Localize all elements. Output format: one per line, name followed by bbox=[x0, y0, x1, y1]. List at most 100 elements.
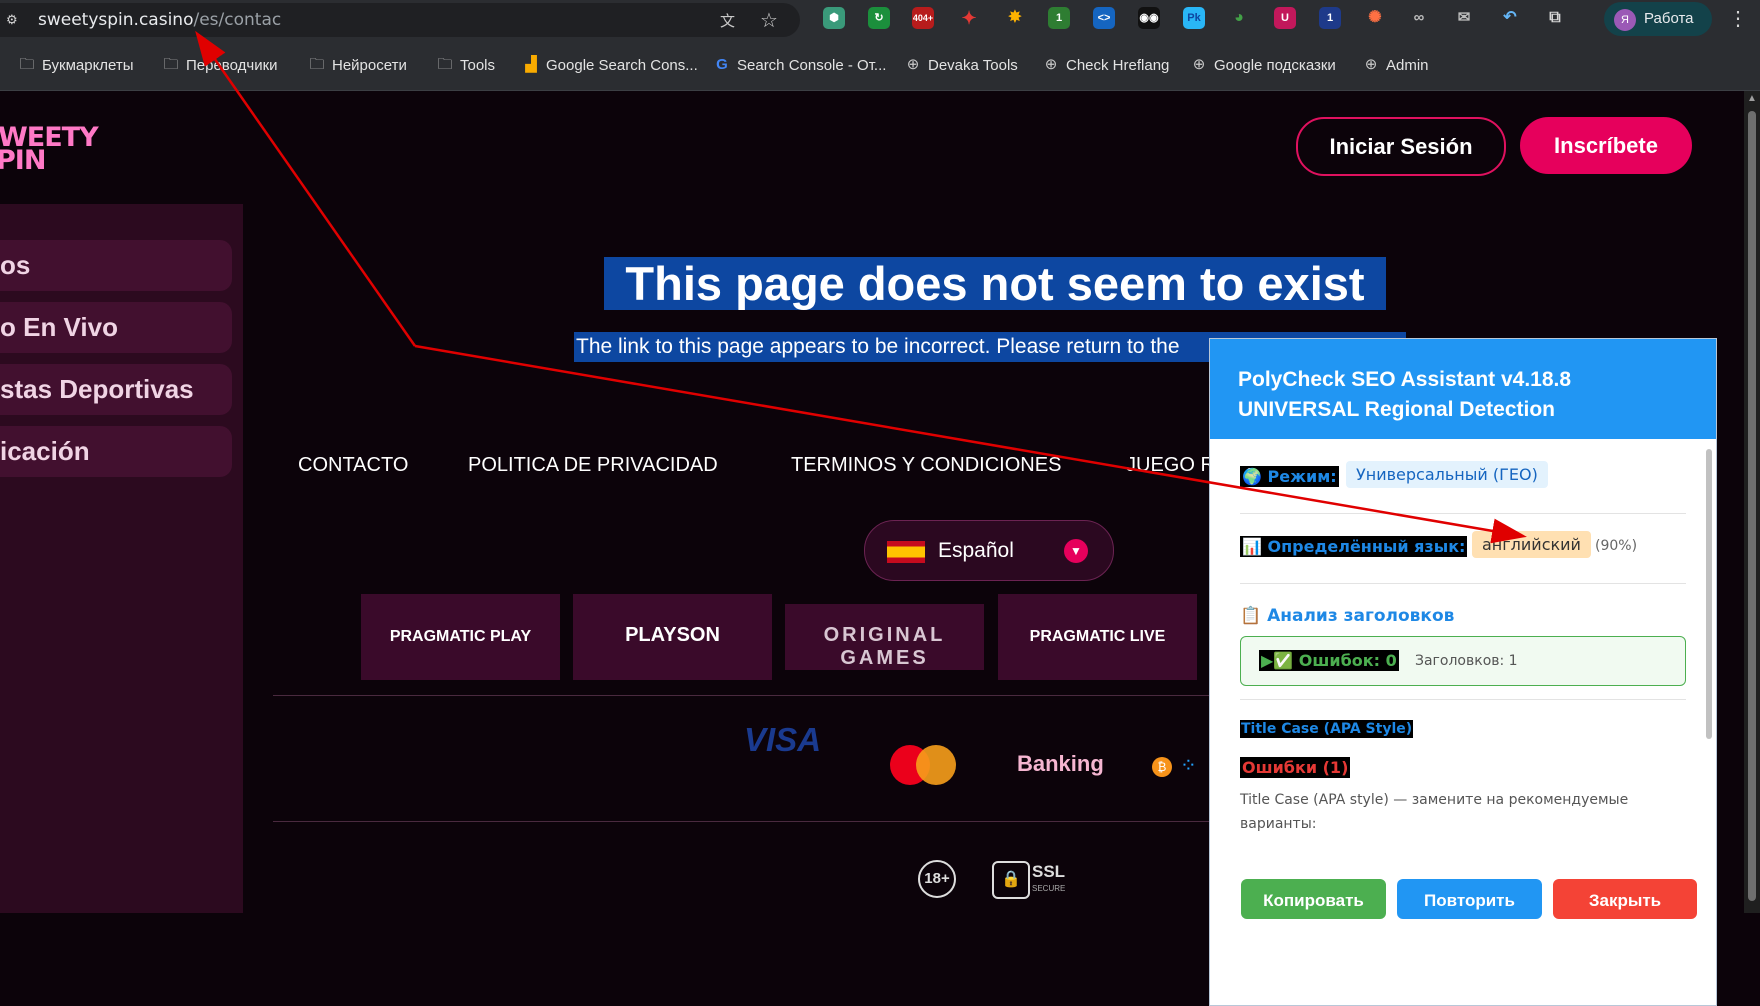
extension-badge-2: 1 bbox=[1326, 12, 1334, 24]
translate-icon[interactable]: 文 bbox=[720, 10, 742, 32]
footer-link-privacidad[interactable]: POLITICA DE PRIVACIDAD bbox=[468, 454, 718, 477]
language-selector[interactable]: Español ▼ bbox=[864, 520, 1114, 581]
extension-pie-icon[interactable]: ◕ bbox=[1228, 7, 1250, 29]
detected-language-percent: (90%) bbox=[1595, 538, 1638, 554]
extension-hexagon-icon[interactable]: ⬢ bbox=[823, 7, 845, 29]
provider-playson[interactable]: PLAYSON bbox=[573, 594, 772, 680]
bookmark-bukmarklety[interactable]: 🗀 Букмарклеты bbox=[18, 54, 134, 76]
browser-toolbar: ⚙ sweetyspin.casino/es/contac 文 ☆ ⬢ ↻ 40… bbox=[0, 0, 1760, 40]
sidebar-item-label: stas Deportivas bbox=[0, 374, 194, 404]
panel-title: PolyCheck SEO Assistant v4.18.8 UNIVERSA… bbox=[1238, 365, 1571, 425]
ssl-label: SSL bbox=[1032, 862, 1066, 881]
bookmark-search-console-ot[interactable]: G Search Console - От... bbox=[713, 54, 886, 76]
browser-menu-icon[interactable]: ⋮ bbox=[1728, 6, 1748, 31]
panel-body: 🌍 Режим: Универсальный (ГЕО) 📊 Определён… bbox=[1210, 439, 1716, 1005]
bookmark-perevodchiki[interactable]: 🗀 Переводчики bbox=[162, 54, 277, 76]
scroll-up-icon[interactable]: ▲ bbox=[1747, 93, 1757, 104]
bookmark-star-icon[interactable]: ☆ bbox=[760, 8, 778, 33]
provider-label: PRAGMATIC LIVE bbox=[1029, 628, 1166, 645]
close-button[interactable]: Закрыть bbox=[1553, 879, 1697, 919]
bookmark-check-hreflang[interactable]: ⊕ Check Hreflang bbox=[1042, 54, 1170, 76]
ssl-secure-label: SECURE bbox=[1032, 884, 1066, 893]
url-text[interactable]: sweetyspin.casino/es/contac bbox=[38, 10, 281, 30]
panel-separator bbox=[1240, 583, 1686, 584]
chevron-down-icon: ▼ bbox=[1064, 539, 1088, 563]
provider-label: PLAYSON bbox=[625, 624, 720, 646]
globe-icon: ⊕ bbox=[1364, 56, 1378, 73]
bookmark-label: Google Search Cons... bbox=[546, 56, 698, 74]
extension-pk-icon[interactable]: Pk bbox=[1183, 7, 1205, 29]
sidebar-item-label: icación bbox=[0, 436, 90, 466]
extension-bug-icon[interactable]: ✦ bbox=[958, 7, 980, 29]
sidebar-item-casino[interactable]: os bbox=[0, 240, 232, 291]
extension-spark-icon[interactable]: ✸ bbox=[1004, 7, 1026, 29]
bookmark-devaka-tools[interactable]: ⊕ Devaka Tools bbox=[904, 54, 1018, 76]
footer-link-juego[interactable]: JUEGO R bbox=[1126, 454, 1215, 477]
bookmark-neyroseti[interactable]: 🗀 Нейросети bbox=[308, 54, 407, 76]
extension-badge: 1 bbox=[1055, 12, 1063, 24]
bookmark-tools[interactable]: 🗀 Tools bbox=[436, 54, 495, 76]
banking-logo: Banking bbox=[1017, 751, 1104, 776]
bookmark-label: Check Hreflang bbox=[1066, 56, 1170, 74]
profile-button[interactable]: Я Работа bbox=[1604, 2, 1712, 36]
panel-title-line-2: UNIVERSAL Regional Detection bbox=[1238, 398, 1555, 421]
panel-scrollbar-thumb[interactable] bbox=[1706, 449, 1712, 739]
signup-button[interactable]: Inscríbete bbox=[1520, 117, 1692, 174]
bookmark-google-podskazki[interactable]: ⊕ Google подсказки bbox=[1190, 54, 1336, 76]
provider-pragmatic-play[interactable]: PRAGMATIC PLAY bbox=[361, 594, 560, 680]
bookmark-label: Букмарклеты bbox=[42, 56, 134, 74]
login-button[interactable]: Iniciar Sesión bbox=[1296, 117, 1506, 176]
extension-undo-icon[interactable]: ↶ bbox=[1499, 7, 1521, 29]
provider-pragmatic-live[interactable]: PRAGMATIC LIVE bbox=[998, 594, 1197, 680]
extension-refresh-icon[interactable]: ↻ bbox=[868, 7, 890, 29]
address-bar[interactable]: ⚙ sweetyspin.casino/es/contac 文 ☆ bbox=[0, 3, 800, 37]
retry-button[interactable]: Повторить bbox=[1397, 879, 1542, 919]
extension-shield-icon[interactable]: U bbox=[1274, 7, 1296, 29]
mode-label: 🌍 Режим: bbox=[1240, 466, 1339, 487]
globe-icon: ⊕ bbox=[1192, 56, 1206, 73]
footer-link-terminos[interactable]: TERMINOS Y CONDICIONES bbox=[791, 454, 1061, 477]
extension-seo-icon[interactable]: 1 bbox=[1048, 7, 1070, 29]
age-18-icon: 18+ bbox=[918, 860, 956, 898]
extension-404-badge: 404+ bbox=[912, 13, 934, 23]
extension-bookmark-icon[interactable]: 1 bbox=[1319, 7, 1341, 29]
sidebar-item-app[interactable]: icación bbox=[0, 426, 232, 477]
extension-colorwheel-icon[interactable]: ✺ bbox=[1364, 7, 1386, 29]
bookmark-label: Search Console - От... bbox=[737, 56, 887, 74]
panel-header: PolyCheck SEO Assistant v4.18.8 UNIVERSA… bbox=[1210, 339, 1716, 439]
sidebar-item-live-casino[interactable]: o En Vivo bbox=[0, 302, 232, 353]
footer-link-contacto[interactable]: CONTACTO bbox=[298, 454, 408, 477]
lock-icon: 🔒 bbox=[992, 861, 1030, 899]
scrollbar-thumb[interactable] bbox=[1748, 111, 1756, 901]
folder-icon: 🗀 bbox=[309, 56, 325, 73]
ripple-icon: ⁘ bbox=[1180, 755, 1197, 777]
detected-language-badge: английский bbox=[1472, 531, 1591, 558]
errors-red-label: Ошибки (1) bbox=[1240, 757, 1351, 778]
extension-mail-icon[interactable]: ✉ bbox=[1453, 7, 1475, 29]
headings-analysis-title[interactable]: 📋 Анализ заголовков bbox=[1240, 606, 1454, 626]
title-case-description: Title Case (APA style) — замените на рек… bbox=[1240, 792, 1629, 832]
mode-value-badge: Универсальный (ГЕО) bbox=[1346, 461, 1548, 488]
bookmark-label: Нейросети bbox=[332, 56, 407, 74]
globe-icon: ⊕ bbox=[1044, 56, 1058, 73]
bookmark-label: Admin bbox=[1386, 56, 1429, 74]
search-console-icon: ▟ bbox=[525, 56, 537, 73]
page-scrollbar[interactable]: ▲ bbox=[1744, 91, 1760, 913]
profile-label: Работа bbox=[1644, 10, 1694, 27]
folder-icon: 🗀 bbox=[437, 56, 453, 73]
site-logo[interactable]: WEETY PIN bbox=[0, 124, 99, 174]
extensions-puzzle-icon[interactable]: ⧉ bbox=[1544, 7, 1566, 29]
extension-404-icon[interactable]: 404+ bbox=[912, 7, 934, 29]
extension-code-icon[interactable]: <> bbox=[1093, 7, 1115, 29]
extension-eyes-icon[interactable]: ◉◉ bbox=[1138, 7, 1160, 29]
title-case-label: Title Case (APA Style) bbox=[1240, 720, 1414, 738]
page-title: This page does not seem to exist bbox=[604, 257, 1386, 310]
site-settings-icon[interactable]: ⚙ bbox=[6, 12, 24, 28]
extension-link-icon[interactable]: ∞ bbox=[1408, 7, 1430, 29]
copy-button[interactable]: Копировать bbox=[1241, 879, 1386, 919]
provider-original-games[interactable]: ORIGINAL GAMES bbox=[785, 604, 984, 670]
bookmark-admin[interactable]: ⊕ Admin bbox=[1362, 54, 1429, 76]
bookmark-google-search-console[interactable]: ▟ Google Search Cons... bbox=[522, 54, 698, 76]
sidebar-item-sports[interactable]: stas Deportivas bbox=[0, 364, 232, 415]
site-sidebar: os o En Vivo stas Deportivas icación bbox=[0, 204, 243, 913]
